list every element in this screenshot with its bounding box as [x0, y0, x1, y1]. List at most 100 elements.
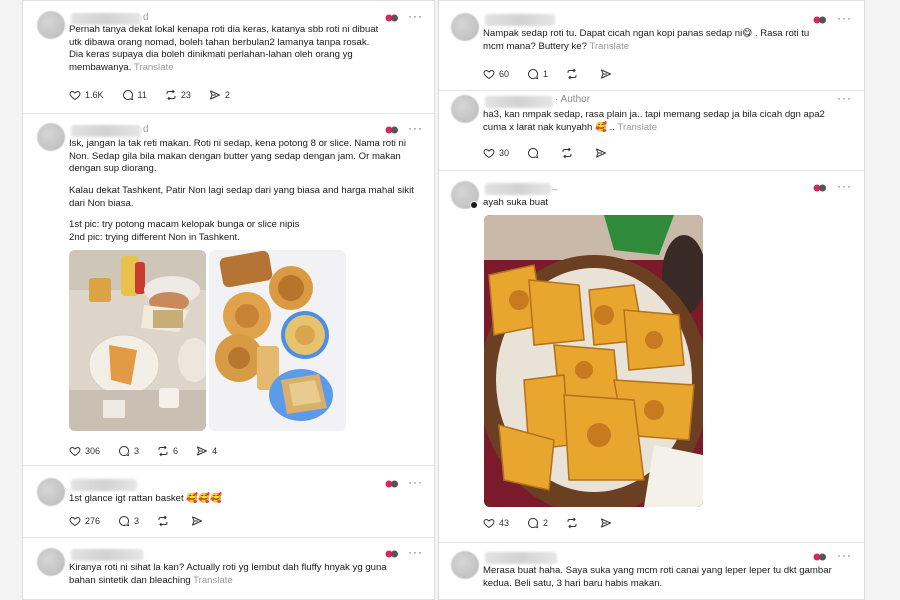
more-icon[interactable]: ···: [837, 12, 852, 24]
author-label: · Author: [555, 94, 591, 105]
avatar[interactable]: [37, 478, 65, 506]
like-button[interactable]: 60: [483, 68, 509, 80]
post: ··· Merasa buat haha. Saya suka yang mcm…: [439, 543, 864, 599]
like-button[interactable]: 276: [69, 515, 100, 527]
reply-icon: [122, 89, 133, 101]
post-actions: 30: [483, 147, 629, 159]
username-blurred[interactable]: [485, 14, 555, 26]
heart-icon: [69, 516, 81, 527]
like-button[interactable]: 30: [483, 147, 509, 159]
reaction-emoji-icon[interactable]: [385, 479, 399, 489]
like-count: 276: [85, 516, 101, 526]
share-button[interactable]: [595, 147, 611, 159]
post-text: Isk, jangan la tak reti makan. Roti ni s…: [69, 138, 407, 174]
post-actions: 306 3 6 4: [69, 445, 235, 457]
like-count: 306: [85, 446, 101, 456]
post-photo-2[interactable]: [209, 250, 346, 431]
post-photo[interactable]: [484, 215, 703, 507]
reply-icon: [528, 517, 539, 529]
post: _ ··· ayah suka buat 43 2: [439, 171, 864, 543]
reply-button[interactable]: 2: [527, 517, 548, 529]
avatar[interactable]: [37, 123, 65, 151]
repost-icon: [567, 68, 577, 80]
username-blurred[interactable]: [485, 552, 557, 564]
post-text-paragraph-3: 1st pic: try potong macam kelopak bunga …: [69, 219, 300, 243]
reaction-emoji-icon[interactable]: [385, 125, 399, 135]
repost-count: 6: [173, 446, 179, 456]
share-button[interactable]: [600, 517, 616, 529]
username-blurred[interactable]: [71, 549, 143, 561]
reaction-emoji-icon[interactable]: [813, 15, 827, 25]
translate-link[interactable]: Translate: [589, 41, 629, 52]
reply-button[interactable]: 3: [118, 445, 139, 457]
reply-button[interactable]: [527, 147, 543, 159]
avatar[interactable]: [37, 548, 65, 576]
reply-button[interactable]: 11: [122, 89, 147, 101]
post-actions: 43 2: [483, 517, 634, 529]
more-icon[interactable]: ···: [408, 546, 423, 558]
more-icon[interactable]: ···: [837, 549, 852, 561]
post-text: Pernah tanya dekat lokal kenapa roti dia…: [69, 24, 424, 74]
repost-icon: [158, 515, 168, 527]
post-text: ha3, kan nmpak sedap, rasa plain ja.. ta…: [483, 109, 858, 134]
username-blurred[interactable]: [485, 183, 551, 195]
post: d ··· Isk, jangan la tak reti makan. Rot…: [23, 114, 434, 466]
like-button[interactable]: 1.6K: [69, 89, 104, 101]
username-suffix: _: [552, 180, 558, 191]
username-blurred[interactable]: [71, 125, 141, 137]
avatar-follow-badge[interactable]: [470, 201, 478, 209]
translate-link[interactable]: Translate: [617, 122, 657, 133]
repost-count: 23: [180, 90, 191, 100]
post-text: Kiranya roti ni sihat la kan? Actually r…: [69, 562, 429, 587]
share-button[interactable]: [600, 68, 616, 80]
reaction-emoji-icon[interactable]: [385, 549, 399, 559]
bread-basket-image: [484, 215, 703, 507]
avatar[interactable]: [451, 551, 479, 579]
post-photo-1[interactable]: [69, 250, 206, 431]
repost-button[interactable]: [561, 147, 577, 159]
more-icon[interactable]: ···: [837, 180, 852, 192]
more-icon[interactable]: ···: [408, 122, 423, 134]
reaction-emoji-icon[interactable]: [813, 183, 827, 193]
translate-link[interactable]: Translate: [134, 62, 174, 73]
heart-icon: [483, 518, 495, 529]
post: d ··· Pernah tanya dekat lokal kenapa ro…: [23, 1, 434, 114]
reply-count: 3: [134, 446, 140, 456]
more-icon[interactable]: ···: [837, 92, 852, 104]
reply-icon: [528, 147, 539, 159]
more-icon[interactable]: ···: [408, 476, 423, 488]
share-button[interactable]: [191, 515, 207, 527]
right-thread-column: ··· Nampak sedap roti tu. Dapat cicah ng…: [438, 0, 865, 600]
like-button[interactable]: 306: [69, 445, 100, 457]
reply-button[interactable]: 1: [527, 68, 548, 80]
repost-button[interactable]: [566, 517, 582, 529]
avatar[interactable]: [451, 95, 479, 123]
translate-link[interactable]: Translate: [193, 575, 233, 586]
heart-icon: [483, 148, 495, 159]
reply-button[interactable]: 3: [118, 515, 139, 527]
repost-button[interactable]: [157, 515, 173, 527]
repost-button[interactable]: 6: [157, 445, 178, 457]
post-actions: 1.6K 11 23 2: [69, 89, 248, 101]
share-button[interactable]: 4: [196, 445, 217, 457]
share-icon: [601, 69, 612, 79]
avatar[interactable]: [451, 13, 479, 41]
username-suffix: d: [143, 124, 149, 135]
like-button[interactable]: 43: [483, 517, 509, 529]
reply-count: 3: [134, 516, 140, 526]
post-body: Pernah tanya dekat lokal kenapa roti dia…: [69, 24, 379, 73]
more-icon[interactable]: ···: [408, 10, 423, 22]
post-text: 1st glance igt rattan basket 🥰🥰🥰: [69, 493, 223, 504]
username-blurred[interactable]: [71, 479, 137, 491]
repost-button[interactable]: 23: [165, 89, 191, 101]
reaction-emoji-icon[interactable]: [813, 552, 827, 562]
post-text: Nampak sedap roti tu. Dapat cicah ngan k…: [483, 28, 858, 53]
reaction-emoji-icon[interactable]: [385, 13, 399, 23]
repost-button[interactable]: [566, 68, 582, 80]
avatar[interactable]: [37, 11, 65, 39]
share-icon: [192, 516, 203, 526]
share-button[interactable]: 2: [209, 89, 230, 101]
like-count: 30: [499, 148, 510, 158]
username-blurred[interactable]: [485, 96, 553, 108]
post-text: ayah suka buat: [483, 197, 549, 208]
